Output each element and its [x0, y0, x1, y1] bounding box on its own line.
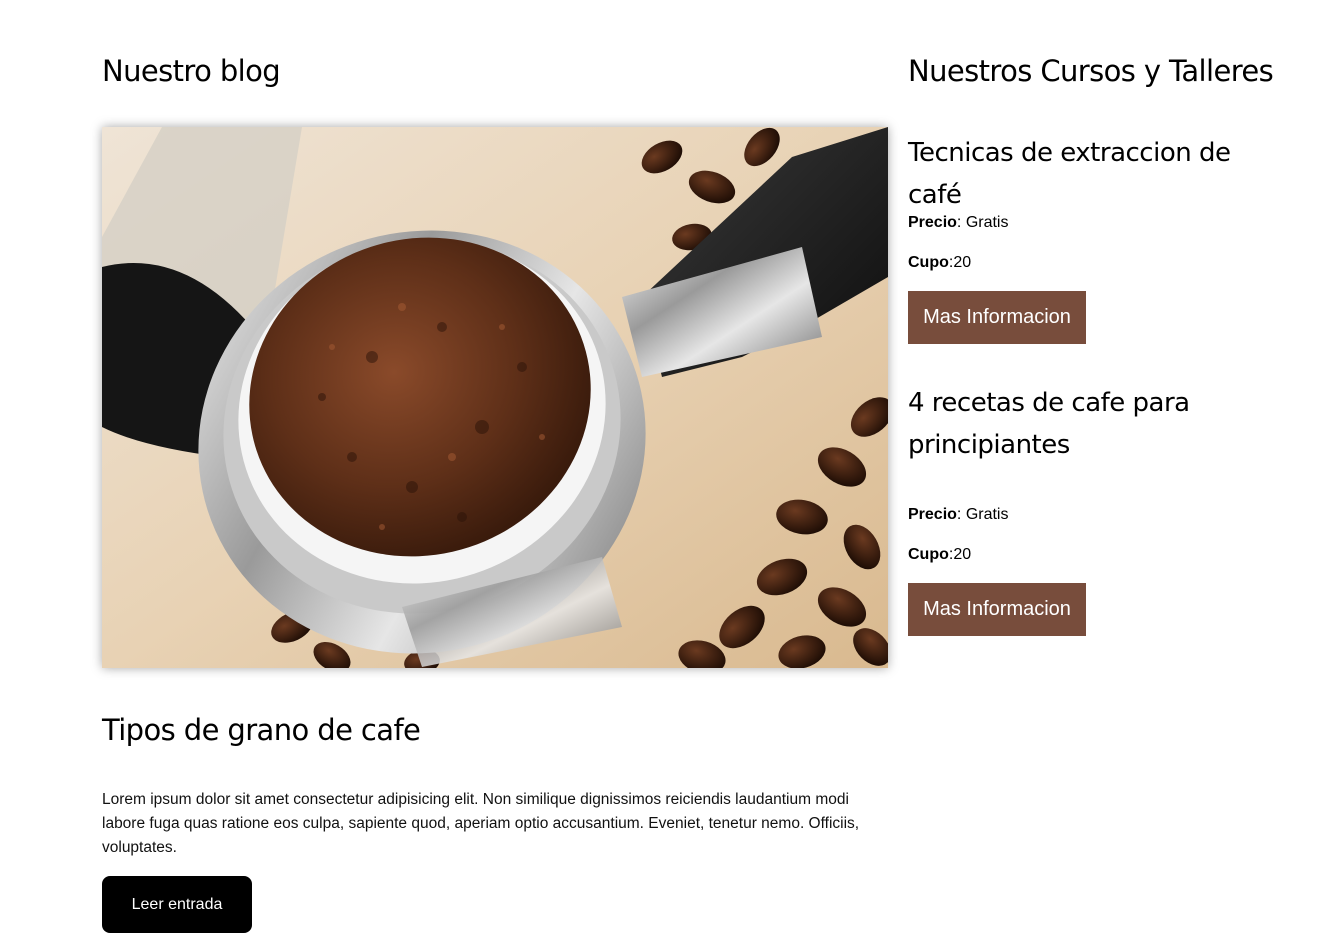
blog-heading: Nuestro blog [102, 54, 281, 88]
more-info-button[interactable]: Mas Informacion [908, 583, 1086, 636]
course-title: 4 recetas de cafe para principiantes [908, 388, 1190, 460]
course-cupo: Cupo:20 [908, 254, 971, 272]
course-price: Precio: Gratis [908, 506, 1008, 524]
course-cupo: Cupo:20 [908, 546, 971, 564]
course-card: 4 recetas de cafe para principiantes Pre… [908, 382, 1328, 636]
course-title: Tecnicas de extraccion de café [908, 138, 1231, 210]
course-card: Tecnicas de extraccion de café Precio: G… [908, 132, 1328, 344]
cupo-label: Cupo [908, 254, 949, 271]
price-label: Precio [908, 214, 957, 231]
course-price: Precio: Gratis [908, 214, 1008, 232]
price-value: : Gratis [956, 214, 1009, 231]
post-title[interactable]: Tipos de grano de cafe [102, 713, 421, 747]
more-info-button[interactable]: Mas Informacion [908, 291, 1086, 344]
price-value: : Gratis [956, 506, 1009, 523]
post-excerpt: Lorem ipsum dolor sit amet consectetur a… [102, 791, 860, 856]
blog-post-image[interactable] [102, 127, 888, 668]
read-post-button[interactable]: Leer entrada [102, 876, 252, 933]
cupo-value: :20 [948, 254, 972, 271]
cupo-label: Cupo [908, 546, 949, 563]
price-label: Precio [908, 506, 957, 523]
courses-heading: Nuestros Cursos y Talleres [908, 54, 1274, 88]
cupo-value: :20 [948, 546, 972, 563]
